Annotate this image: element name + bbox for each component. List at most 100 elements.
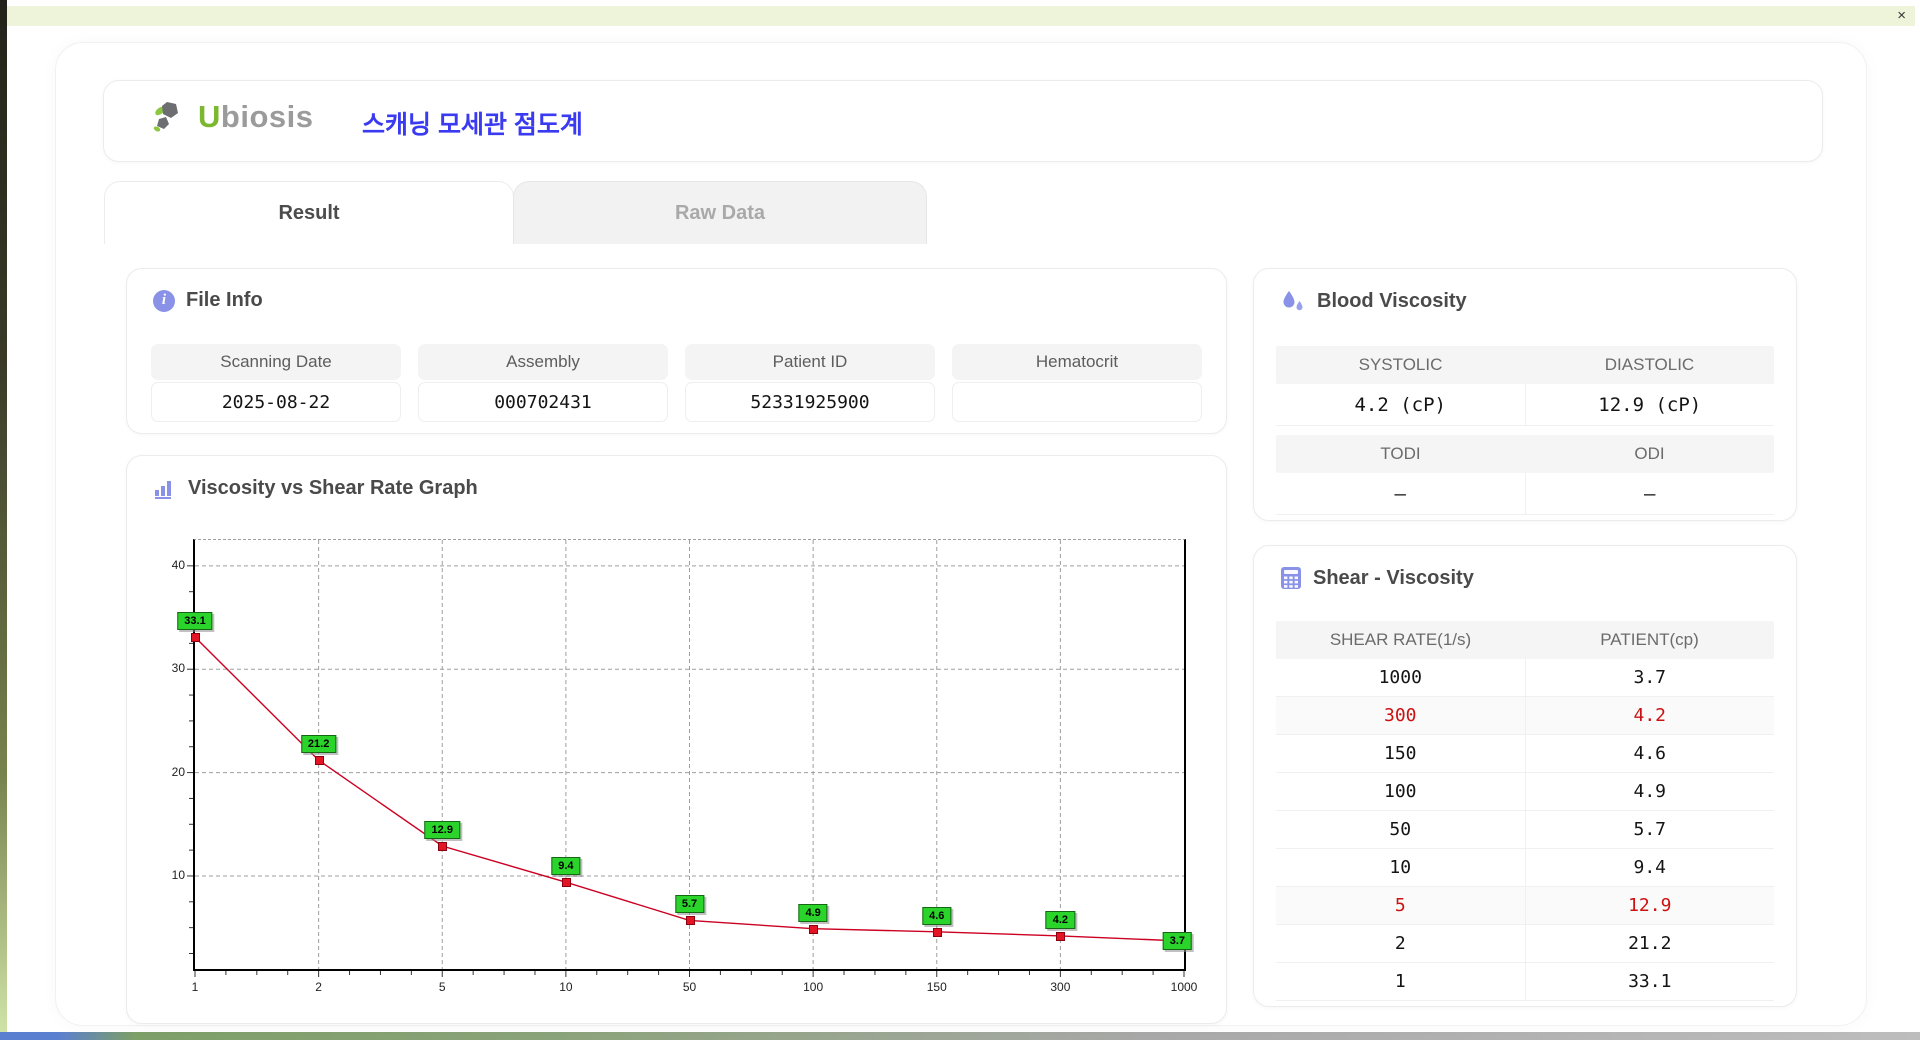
blood-viscosity-card: Blood Viscosity SYSTOLIC DIASTOLIC 4.2 (cP… <box>1253 268 1797 521</box>
graph-title: Viscosity vs Shear Rate Graph <box>188 476 478 499</box>
tab-result[interactable]: Result <box>104 181 514 244</box>
y-axis-tick-label: 40 <box>171 557 185 572</box>
field-value: 52331925900 <box>685 382 935 422</box>
data-point-marker <box>685 916 695 926</box>
table-row: 100 4.9 <box>1276 773 1774 811</box>
tab-result-label: Result <box>278 201 340 224</box>
file-info-field: Patient ID 52331925900 <box>685 344 935 422</box>
graph-card: Viscosity vs Shear Rate Graph 10 20 30 40 1 2… <box>126 455 1227 1024</box>
patient-viscosity-cell: 4.2 <box>1524 697 1775 734</box>
data-point-value-tag: 33.1 <box>177 612 213 631</box>
table-row: 1 33.1 <box>1276 963 1774 1001</box>
x-axis-tick-label: 10 <box>559 980 573 994</box>
y-axis-tick-label: 30 <box>171 661 185 676</box>
x-axis-tick-label: 1000 <box>1170 980 1198 994</box>
viscosity-plot: 10 20 30 40 1 2 5 10 50 100 150 300 1000 33.1 21.2 12.9… <box>172 539 1197 994</box>
table-header-row: SHEAR RATE(1/s) PATIENT(cp) <box>1276 621 1774 659</box>
file-info-title: File Info <box>186 289 263 311</box>
logo-wordmark: Ubiosis <box>198 99 313 135</box>
field-value: 2025-08-22 <box>151 382 401 422</box>
data-point-marker <box>1056 931 1066 941</box>
x-axis-tick-label: 5 <box>438 980 446 994</box>
field-label: Hematocrit <box>952 344 1202 380</box>
window-title-bar: × <box>7 6 1915 26</box>
data-point-value-tag: 21.2 <box>300 735 337 754</box>
logo: Ubiosis <box>152 99 313 135</box>
tab-raw-data[interactable]: Raw Data <box>513 181 927 244</box>
file-info-fields: Scanning Date 2025-08-22 Assembly 000702431… <box>151 344 1202 422</box>
x-axis-tick-label: 150 <box>926 980 947 994</box>
x-axis-tick-label: 100 <box>803 980 824 994</box>
shear-rate-cell: 300 <box>1383 705 1417 726</box>
graph-title-row: Viscosity vs Shear Rate Graph <box>153 476 478 500</box>
field-label: Assembly <box>418 344 668 380</box>
window-right-border <box>1914 26 1920 1032</box>
metric-value-row: – – <box>1276 473 1774 515</box>
metric-value: 4.2 (cP) <box>1276 384 1525 426</box>
patient-viscosity-cell: 21.2 <box>1524 925 1775 962</box>
shear-viscosity-card: Shear - Viscosity SHEAR RATE(1/s) PATIENT… <box>1253 545 1797 1007</box>
table-row: 150 4.6 <box>1276 735 1774 773</box>
file-info-title-row: i File Info <box>153 289 263 312</box>
y-axis-tick-label: 10 <box>171 867 185 882</box>
x-axis-tick-label: 50 <box>682 980 697 994</box>
data-point-marker <box>932 927 942 937</box>
patient-viscosity-cell: 4.9 <box>1524 773 1775 810</box>
patient-viscosity-cell: 4.6 <box>1524 735 1775 772</box>
file-info-field: Scanning Date 2025-08-22 <box>151 344 401 422</box>
metric-value: 12.9 (cP) <box>1524 384 1774 426</box>
field-label: Scanning Date <box>151 344 401 380</box>
field-value: 000702431 <box>418 382 668 422</box>
shear-viscosity-title-row: Shear - Viscosity <box>1280 566 1474 590</box>
patient-viscosity-cell: 3.7 <box>1524 659 1775 696</box>
table-row: 50 5.7 <box>1276 811 1774 849</box>
data-point-value-tag: 12.9 <box>424 820 460 839</box>
shear-rate-cell: 2 <box>1394 933 1406 954</box>
data-point-value-tag: 4.9 <box>798 903 828 922</box>
logo-u: U <box>198 99 221 134</box>
window-bottom-edge <box>0 1032 1920 1040</box>
header-card: Ubiosis 스캐닝 모세관 점도계 <box>103 80 1823 162</box>
patient-viscosity-cell: 12.9 <box>1524 887 1775 924</box>
data-point-value-tag: 3.7 <box>1162 932 1192 951</box>
x-axis-tick-label: 2 <box>315 980 322 994</box>
data-point-marker <box>438 841 448 851</box>
patient-viscosity-cell: 9.4 <box>1524 849 1775 886</box>
file-info-field: Assembly 000702431 <box>418 344 668 422</box>
table-row: 2 21.2 <box>1276 925 1774 963</box>
bar-chart-icon <box>155 481 171 499</box>
app-window: × Ubiosis 스캐닝 모세관 점도계 Result Raw Data i … <box>0 0 1920 1040</box>
shear-rate-cell: 1 <box>1394 971 1406 992</box>
data-point-value-tag: 5.7 <box>674 895 705 914</box>
app-title: 스캐닝 모세관 점도계 <box>362 111 583 139</box>
close-icon[interactable]: × <box>1897 7 1906 25</box>
shear-rate-cell: 50 <box>1389 819 1412 840</box>
table-column-header: PATIENT(cp) <box>1600 630 1699 649</box>
table-row: 1000 3.7 <box>1276 659 1774 697</box>
tab-raw-data-label: Raw Data <box>674 201 766 224</box>
data-point-value-tag: 9.4 <box>551 857 581 876</box>
patient-viscosity-cell: 33.1 <box>1524 963 1775 1000</box>
table-row: 300 4.2 <box>1276 697 1774 735</box>
shear-rate-cell: 5 <box>1394 895 1406 916</box>
data-point-marker <box>314 756 324 766</box>
data-point-value-tag: 4.6 <box>922 906 952 925</box>
data-point-marker <box>191 633 200 643</box>
table-column-header: SHEAR RATE(1/s) <box>1329 630 1472 649</box>
blood-viscosity-title: Blood Viscosity <box>1317 289 1467 312</box>
metric-value-row: 4.2 (cP) 12.9 (cP) <box>1276 384 1774 426</box>
shear-rate-cell: 100 <box>1383 781 1417 802</box>
shear-viscosity-table: SHEAR RATE(1/s) PATIENT(cp) 1000 3.7 300 4.2 1… <box>1276 621 1774 1001</box>
file-info-field: Hematocrit <box>952 344 1202 422</box>
metric-label-band: SYSTOLIC DIASTOLIC <box>1276 346 1774 384</box>
metric-label-band: TODI ODI <box>1276 435 1774 473</box>
metric-value: – <box>1524 473 1774 515</box>
data-point-marker <box>561 878 571 888</box>
y-axis-tick-label: 20 <box>171 764 185 779</box>
info-icon: i <box>153 289 175 312</box>
table-row: 5 12.9 <box>1276 887 1774 925</box>
metric-label: SYSTOLIC <box>1358 355 1443 374</box>
patient-viscosity-cell: 5.7 <box>1524 811 1775 848</box>
data-point-value-tag: 4.2 <box>1045 910 1076 929</box>
data-point-marker <box>809 924 819 934</box>
